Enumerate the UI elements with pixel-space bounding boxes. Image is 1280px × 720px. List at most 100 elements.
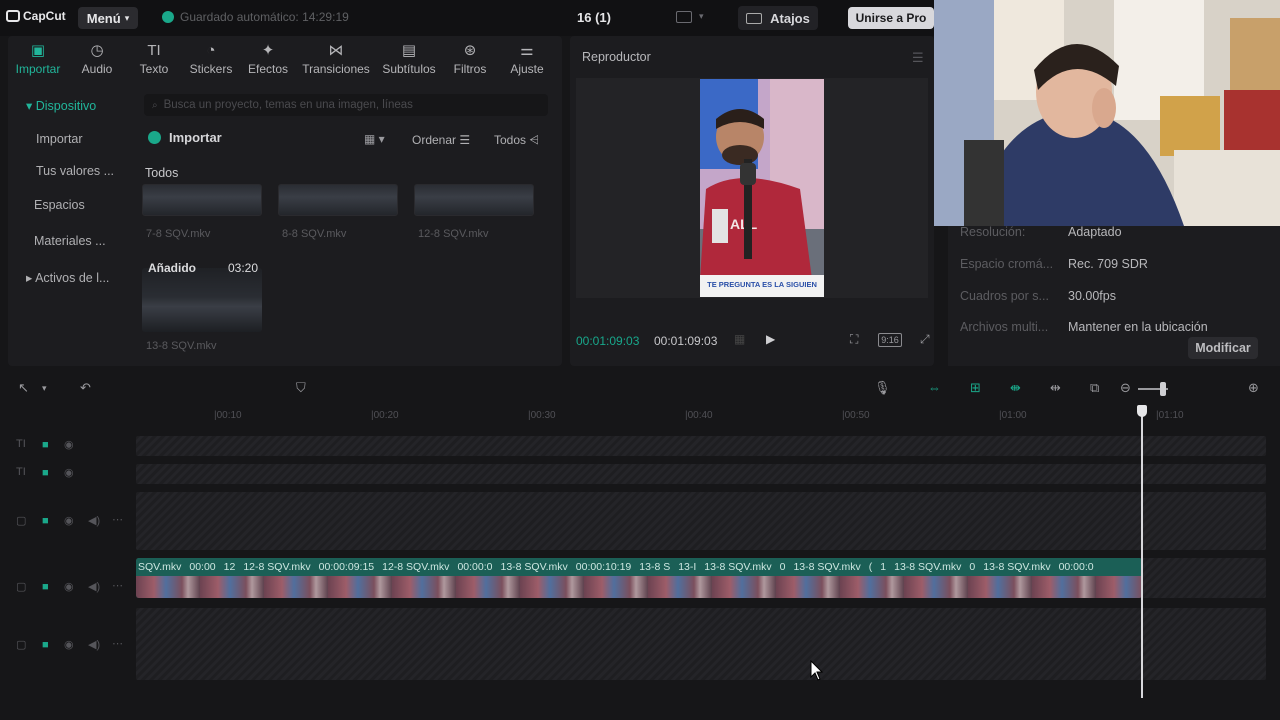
eye-icon[interactable]: ◉: [64, 466, 74, 479]
chevron-down-icon[interactable]: ▾: [699, 11, 704, 22]
clip-label: 0: [969, 561, 976, 573]
track-text-2[interactable]: [136, 464, 1266, 484]
lock-icon[interactable]: ■: [42, 439, 49, 451]
sidebar-item-label: Dispositivo: [35, 99, 97, 113]
lock-icon[interactable]: ■: [42, 581, 49, 593]
marker-icon[interactable]: ⛉: [296, 380, 306, 396]
zoom-out-icon[interactable]: ⊖: [1120, 380, 1131, 396]
track-empty[interactable]: [136, 608, 1266, 680]
clip-filmstrip: [136, 576, 1142, 598]
split-icon[interactable]: ⇹: [1050, 380, 1061, 396]
import-button[interactable]: Importar: [148, 130, 222, 145]
lock-icon[interactable]: ■: [42, 515, 49, 527]
zoom-in-icon[interactable]: ⊕: [1248, 380, 1259, 396]
text-icon: TI: [147, 42, 161, 59]
eye-icon[interactable]: ◉: [64, 514, 74, 527]
media-item-added[interactable]: Añadido 03:20 13-8 SQV.mkv: [142, 260, 262, 352]
media-thumbnail: [142, 184, 262, 216]
eye-icon[interactable]: ◉: [64, 638, 74, 651]
aspect-ratio-button[interactable]: 9:16: [878, 333, 902, 347]
detail-value: Adaptado: [1068, 225, 1122, 239]
sidebar-item-espacios[interactable]: Espacios: [34, 198, 85, 212]
preview-axis-icon[interactable]: ⧉: [1090, 380, 1099, 396]
track-text-1[interactable]: [136, 436, 1266, 456]
ruler-tick: |01:10: [1156, 410, 1184, 421]
tab-transiciones[interactable]: ⋈ Transiciones: [296, 38, 376, 80]
chevron-down-icon[interactable]: ▾: [42, 383, 47, 394]
zoom-slider-handle[interactable]: [1160, 382, 1166, 396]
more-icon[interactable]: ⋯: [112, 637, 123, 650]
select-cursor-icon[interactable]: ↖: [18, 380, 29, 396]
video-caption: TE PREGUNTA ES LA SIGUIEN: [707, 280, 817, 289]
tab-subtitulos[interactable]: ▤ Subtítulos: [376, 38, 442, 80]
ruler-tick: |00:30: [528, 410, 556, 421]
tab-filtros[interactable]: ⊛ Filtros: [442, 38, 498, 80]
timeline-ruler[interactable]: |00:10 |00:20 |00:30 |00:40 |00:50 |01:0…: [136, 404, 1266, 426]
filter-button[interactable]: Todos ⩤: [494, 133, 539, 148]
clip-label: 0: [779, 561, 786, 573]
track-video-overlay[interactable]: [136, 492, 1266, 550]
undo-icon[interactable]: ↶: [80, 380, 91, 396]
lock-icon[interactable]: ■: [42, 467, 49, 479]
more-icon[interactable]: ⋯: [112, 513, 123, 526]
snap-icon[interactable]: ⇼: [1010, 380, 1021, 396]
clip-label: 12-8 SQV.mkv: [382, 561, 450, 573]
media-item[interactable]: 8-8 SQV.mkv: [278, 184, 398, 240]
shortcuts-button[interactable]: Atajos: [738, 6, 818, 30]
microphone-icon[interactable]: 🎙: [874, 380, 891, 396]
sidebar-item-dispositivo[interactable]: ▾ Dispositivo: [26, 98, 96, 113]
speaker-icon[interactable]: ◀): [88, 514, 100, 527]
total-timecode: 00:01:09:03: [654, 334, 718, 348]
sort-button[interactable]: Ordenar ☰: [412, 133, 470, 147]
menu-icon[interactable]: ☰: [912, 50, 924, 66]
playhead-line[interactable]: [1141, 408, 1143, 698]
playhead-handle[interactable]: [1137, 405, 1147, 417]
play-button[interactable]: ▶: [766, 332, 775, 346]
detail-label: Archivos multi...: [960, 320, 1049, 334]
tab-texto[interactable]: TI Texto: [126, 38, 182, 80]
eye-icon[interactable]: ◉: [64, 438, 74, 451]
modify-button[interactable]: Modificar: [1188, 337, 1258, 359]
join-pro-button[interactable]: Unirse a Pro: [848, 7, 934, 29]
lock-icon[interactable]: ■: [42, 639, 49, 651]
search-input[interactable]: ⌕ Busca un proyecto, temas en una imagen…: [144, 94, 548, 116]
media-item[interactable]: 12-8 SQV.mkv: [414, 184, 534, 240]
clip-label: 1: [880, 561, 887, 573]
sidebar-item-activos[interactable]: ▸ Activos de l...: [26, 270, 109, 285]
eye-icon[interactable]: ◉: [64, 580, 74, 593]
track-header-main: ▢ ■ ◉ ◀) ⋯: [0, 578, 136, 598]
tab-ajuste[interactable]: ⚌ Ajuste: [498, 38, 556, 80]
tab-importar[interactable]: ▣ Importar: [8, 38, 68, 80]
fullscreen-focus-icon[interactable]: ⛶: [850, 332, 858, 347]
media-item[interactable]: 7-8 SQV.mkv: [142, 184, 262, 240]
more-icon[interactable]: ⋯: [112, 579, 123, 592]
clip-label: 13-8 SQV.mkv: [500, 561, 568, 573]
menu-button[interactable]: Menú ▾: [78, 7, 138, 29]
sidebar-item-importar[interactable]: Importar: [36, 132, 83, 146]
tab-audio[interactable]: ◷ Audio: [68, 38, 126, 80]
sidebar-item-materiales[interactable]: Materiales ...: [34, 234, 106, 248]
tab-stickers[interactable]: ◔ Stickers: [182, 38, 240, 80]
magnet-icon[interactable]: ⊞: [970, 380, 981, 396]
main-clip-strip[interactable]: SQV.mkv 00:00 12 12-8 SQV.mkv 00:00:09:1…: [136, 558, 1142, 598]
player-viewport[interactable]: ALL TE PREGUNTA ES LA SIGUIEN: [576, 78, 928, 298]
tab-efectos[interactable]: ✦ Efectos: [240, 38, 296, 80]
layout-icon[interactable]: [676, 11, 692, 23]
grid-view-icon[interactable]: ▦ ▾: [364, 132, 385, 146]
clip-label: 13-8 SQV.mkv: [704, 561, 772, 573]
speaker-icon[interactable]: ◀): [88, 580, 100, 593]
clip-label: 00:00:09:15: [318, 561, 375, 573]
import-label: Importar: [169, 130, 222, 145]
speaker-icon[interactable]: ◀): [88, 638, 100, 651]
link-main-track-icon[interactable]: ⇔: [928, 380, 941, 395]
project-title[interactable]: 16 (1): [560, 10, 628, 25]
ruler-tick: |01:00: [999, 410, 1027, 421]
sidebar-item-tus-valores[interactable]: Tus valores ...: [36, 164, 114, 178]
media-panel: ▣ Importar ◷ Audio TI Texto ◔ Stickers ✦…: [8, 36, 562, 366]
waveform-icon[interactable]: ▦: [734, 332, 745, 346]
stickers-icon: ◔: [206, 42, 216, 59]
expand-icon[interactable]: ⤢: [920, 332, 930, 347]
clip-label: 13-8 SQV.mkv: [793, 561, 861, 573]
media-caption: 7-8 SQV.mkv: [146, 228, 211, 240]
detail-label: Resolución:: [960, 225, 1026, 239]
